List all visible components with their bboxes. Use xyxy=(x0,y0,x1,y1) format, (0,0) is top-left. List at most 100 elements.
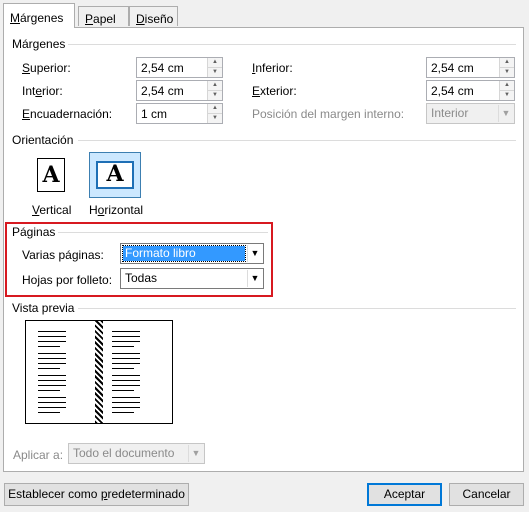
portrait-page-icon: A xyxy=(37,158,65,192)
sheets-per-booklet-value: Todas xyxy=(125,271,158,285)
tab-diseno-u: D xyxy=(136,12,145,26)
preview-text-line xyxy=(38,331,66,332)
bottom-margin-up-button[interactable]: ▲ xyxy=(499,58,514,68)
gutter-label: Encuadernación: xyxy=(22,107,113,121)
gutter-down-button[interactable]: ▼ xyxy=(207,114,222,123)
preview-text-line xyxy=(38,380,66,381)
pages-divider xyxy=(58,232,268,233)
top-margin-up-button[interactable]: ▲ xyxy=(207,58,222,68)
gutter-position-select[interactable]: Interior ▼ xyxy=(426,103,515,124)
preview-text-line xyxy=(112,385,140,386)
chevron-down-icon: ▼ xyxy=(188,445,203,462)
sheets-per-booklet-label: Hojas por folleto: xyxy=(22,273,113,287)
bottom-margin-label: Inferior: xyxy=(252,61,293,75)
apply-to-select[interactable]: Todo el documento ▼ xyxy=(68,443,205,464)
portrait-label: Vertical xyxy=(32,203,72,217)
landscape-glyph: A xyxy=(106,161,124,187)
multiple-pages-select[interactable]: Formato libro ▼ xyxy=(120,243,264,264)
bottom-margin-down-button[interactable]: ▼ xyxy=(499,68,514,77)
preview-text-line xyxy=(38,336,66,337)
gutter-value: 1 cm xyxy=(141,107,168,121)
landscape-page-icon: A xyxy=(96,161,134,189)
preview-text-line xyxy=(112,353,140,354)
tab-margenes[interactable]: Márgenes xyxy=(3,3,75,28)
preview-text-line xyxy=(38,375,66,376)
outer-margin-down-button[interactable]: ▼ xyxy=(499,91,514,100)
landscape-label: Horizontal xyxy=(89,203,144,217)
tab-papel-label: apel xyxy=(93,12,116,26)
preview-text-line xyxy=(112,412,134,413)
tab-papel-u: P xyxy=(85,12,94,26)
top-margin-down-button[interactable]: ▼ xyxy=(207,68,222,77)
outer-margin-value: 2,54 cm xyxy=(431,84,474,98)
preview-text-line xyxy=(112,358,140,359)
tab-diseno[interactable]: Diseño xyxy=(129,6,178,26)
cancel-button[interactable]: Cancelar xyxy=(449,483,524,506)
preview-text-line xyxy=(112,402,140,403)
outer-margin-up-button[interactable]: ▲ xyxy=(499,81,514,91)
preview-text-line xyxy=(38,397,66,398)
preview-text-line xyxy=(38,385,66,386)
preview-text-line xyxy=(38,368,60,369)
preview-text-line xyxy=(112,341,140,342)
portrait-button[interactable]: A xyxy=(25,152,77,198)
preview-text-line xyxy=(112,375,140,376)
tab-diseno-label: iseño xyxy=(144,12,174,26)
preview-text-line xyxy=(112,390,134,391)
preview-text-line xyxy=(38,407,66,408)
gutter-field[interactable]: 1 cm ▲ ▼ xyxy=(136,103,223,124)
inner-margin-down-button[interactable]: ▼ xyxy=(207,91,222,100)
inner-margin-up-button[interactable]: ▲ xyxy=(207,81,222,91)
inner-margin-value: 2,54 cm xyxy=(141,84,184,98)
preview-text-line xyxy=(38,341,66,342)
portrait-glyph: A xyxy=(42,162,60,188)
apply-to-label: Aplicar a: xyxy=(13,448,64,462)
book-preview xyxy=(25,320,173,424)
preview-text-line xyxy=(112,346,134,347)
bottom-margin-value: 2,54 cm xyxy=(431,61,474,75)
tab-papel[interactable]: Papel xyxy=(78,6,129,26)
multiple-pages-value: Formato libro xyxy=(122,245,246,262)
set-default-button[interactable]: Establecer como predeterminado xyxy=(4,483,189,506)
margins-divider xyxy=(68,44,516,45)
inner-margin-field[interactable]: 2,54 cm ▲ ▼ xyxy=(136,80,223,101)
chevron-down-icon: ▼ xyxy=(498,105,513,122)
preview-text-line xyxy=(38,353,66,354)
gutter-position-label: Posición del margen interno: xyxy=(252,107,405,121)
tab-margenes-u: M xyxy=(10,11,20,25)
chevron-down-icon: ▼ xyxy=(247,270,262,287)
outer-margin-label: Exterior: xyxy=(252,84,297,98)
bottom-margin-field[interactable]: 2,54 cm ▲ ▼ xyxy=(426,57,515,78)
preview-text-line xyxy=(112,336,140,337)
landscape-button[interactable]: A xyxy=(89,152,141,198)
preview-text-line xyxy=(112,407,140,408)
preview-divider xyxy=(78,308,516,309)
inner-margin-label: Interior: xyxy=(22,84,63,98)
gutter-up-button[interactable]: ▲ xyxy=(207,104,222,114)
margins-title: Márgenes xyxy=(12,37,66,51)
preview-text-line xyxy=(38,390,60,391)
ok-button[interactable]: Aceptar xyxy=(367,483,442,506)
preview-text-line xyxy=(112,368,134,369)
preview-text-line xyxy=(38,358,66,359)
orientation-divider xyxy=(78,140,516,141)
top-margin-label: Superior: xyxy=(22,61,71,75)
preview-text-line xyxy=(112,363,140,364)
preview-text-line xyxy=(38,412,60,413)
top-margin-field[interactable]: 2,54 cm ▲ ▼ xyxy=(136,57,223,78)
preview-text-line xyxy=(112,397,140,398)
preview-text-line xyxy=(38,402,66,403)
preview-title: Vista previa xyxy=(12,301,75,315)
sheets-per-booklet-select[interactable]: Todas ▼ xyxy=(120,268,264,289)
pages-title: Páginas xyxy=(12,225,56,239)
preview-text-line xyxy=(112,380,140,381)
top-margin-value: 2,54 cm xyxy=(141,61,184,75)
chevron-down-icon: ▼ xyxy=(247,245,262,262)
apply-to-value: Todo el documento xyxy=(73,446,175,460)
orientation-title: Orientación xyxy=(12,133,74,147)
book-spine xyxy=(95,321,103,423)
multiple-pages-label: Varias páginas: xyxy=(22,248,104,262)
preview-text-line xyxy=(112,331,140,332)
preview-text-line xyxy=(38,363,66,364)
outer-margin-field[interactable]: 2,54 cm ▲ ▼ xyxy=(426,80,515,101)
